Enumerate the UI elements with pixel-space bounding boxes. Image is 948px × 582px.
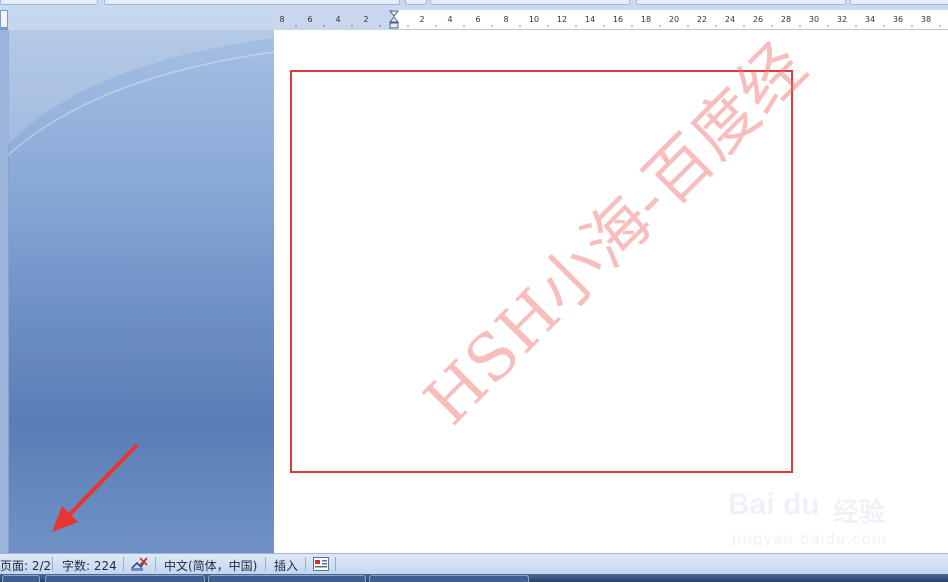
ruler-label: 8 bbox=[279, 15, 284, 24]
ruler-label: 12 bbox=[557, 15, 567, 24]
top-tab-5[interactable] bbox=[636, 0, 846, 5]
word-count-status[interactable]: 字数: 224 bbox=[62, 557, 117, 574]
ruler-label: 20 bbox=[669, 15, 679, 24]
top-tab-6[interactable] bbox=[850, 0, 948, 5]
ruler-label: 38 bbox=[921, 15, 931, 24]
ruler-label: 30 bbox=[809, 15, 819, 24]
ruler-label: 28 bbox=[781, 15, 791, 24]
ruler-label: 32 bbox=[837, 15, 847, 24]
ruler-label: 10 bbox=[529, 15, 539, 24]
top-tab-1[interactable] bbox=[0, 0, 98, 5]
taskbar bbox=[0, 574, 948, 582]
baidu-jingyan-logo: Bai du 经验 jingyan.baidu.com bbox=[728, 488, 908, 552]
ruler-scale: 8 6 4 2 2 4 6 8 10 12 14 16 18 20 22 24 26 28 30 32 34 36 38 bbox=[279, 10, 941, 29]
status-bar: 页面: 2/2 字数: 224 中文(简体，中国) 插入 bbox=[0, 553, 948, 574]
ruler-corner-button[interactable] bbox=[0, 10, 8, 28]
baidu-brand-text: Bai du bbox=[728, 488, 820, 521]
ruler-label: 24 bbox=[725, 15, 735, 24]
horizontal-ruler[interactable]: 8 6 4 2 2 4 6 8 10 12 14 16 18 20 22 24 26 28 30 32 34 36 38 bbox=[274, 10, 948, 30]
ruler-label: 2 bbox=[419, 15, 424, 24]
ruler-label: 8 bbox=[503, 15, 508, 24]
ruler-label: 34 bbox=[865, 15, 875, 24]
taskbar-item-3[interactable] bbox=[369, 575, 529, 582]
baidu-url-text: jingyan.baidu.com bbox=[732, 530, 888, 548]
decorative-swoosh bbox=[7, 30, 274, 156]
spelling-check-icon[interactable] bbox=[130, 556, 148, 572]
ruler-label: 36 bbox=[893, 15, 903, 24]
ruler-label: 18 bbox=[641, 15, 651, 24]
taskbar-item-1[interactable] bbox=[45, 575, 205, 582]
top-tab-4[interactable] bbox=[430, 0, 630, 5]
ruler-label: 6 bbox=[307, 15, 312, 24]
page-count-status[interactable]: 页面: 2/2 bbox=[0, 557, 51, 574]
taskbar-item-2[interactable] bbox=[208, 575, 366, 582]
top-tab-3[interactable] bbox=[405, 0, 427, 5]
insert-mode-status[interactable]: 插入 bbox=[274, 557, 298, 574]
ruler-label: 22 bbox=[697, 15, 707, 24]
ruler-label: 4 bbox=[335, 15, 340, 24]
start-button[interactable] bbox=[2, 575, 40, 582]
ruler-label: 14 bbox=[585, 15, 595, 24]
arrow-annotation bbox=[52, 444, 138, 532]
ruler-label: 2 bbox=[363, 15, 368, 24]
top-tab-2[interactable] bbox=[104, 0, 400, 5]
ruler-label: 16 bbox=[613, 15, 623, 24]
ruler-label: 6 bbox=[475, 15, 480, 24]
macro-record-icon[interactable] bbox=[313, 557, 329, 571]
baidu-cn-text: 经验 bbox=[833, 498, 886, 528]
ruler-label: 4 bbox=[447, 15, 452, 24]
indent-marker[interactable] bbox=[388, 10, 400, 29]
ruler-background bbox=[8, 10, 274, 30]
language-status[interactable]: 中文(简体，中国) bbox=[164, 557, 257, 574]
